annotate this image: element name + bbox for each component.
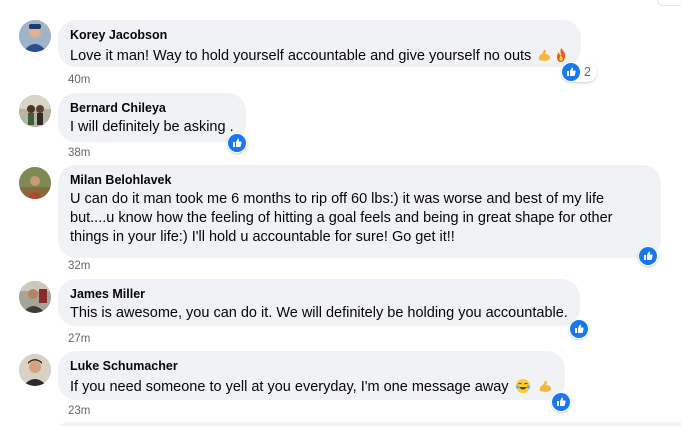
comment-text: U can do it man took me 6 months to rip … [70,191,613,245]
comment-text-body: Love it man! Way to hold yourself accoun… [70,48,532,64]
comment-text: If you need someone to yell at you every… [70,378,553,397]
comment-author[interactable]: Korey Jacobson [70,27,569,43]
avatar[interactable] [19,95,51,127]
comment-text: Love it man! Way to hold yourself accoun… [70,47,569,66]
comment-bubble: Luke Schumacher If you need someone to y… [58,351,565,400]
reaction-summary[interactable] [551,392,571,412]
reaction-summary[interactable]: 2 [561,62,597,82]
flexed-biceps-emoji [539,49,551,61]
comment-timestamp[interactable]: 38m [68,147,90,159]
like-icon [570,320,588,338]
comment-text-body: If you need someone to yell at you every… [70,379,509,395]
comment-bubble: James Miller This is awesome, you can do… [58,279,580,326]
avatar[interactable] [19,281,51,313]
reaction-count: 2 [584,65,591,79]
comment-author[interactable]: Milan Belohlavek [70,172,649,188]
previous-element-edge [657,0,681,6]
like-icon [639,247,657,265]
like-icon [562,63,580,81]
comment-timestamp[interactable]: 40m [68,74,90,86]
comment-bubble: Korey Jacobson Love it man! Way to hold … [58,20,582,67]
comment-author[interactable]: Luke Schumacher [70,358,553,374]
reaction-summary[interactable] [227,133,247,153]
fire-emoji [557,48,566,62]
comment-author[interactable]: Bernard Chileya [70,100,234,116]
avatar[interactable] [19,167,51,199]
reaction-summary[interactable] [638,246,658,266]
comment-text: I will definitely be asking . [70,119,234,135]
comment-timestamp[interactable]: 27m [68,333,90,345]
comment-bubble: Milan Belohlavek U can do it man took me… [58,165,661,258]
next-comment-edge [58,422,681,426]
comment-timestamp[interactable]: 32m [68,260,90,272]
avatar[interactable] [19,354,51,386]
avatar[interactable] [19,20,51,52]
tears-of-joy-emoji [515,379,530,393]
reaction-summary[interactable] [569,319,589,339]
comment-author[interactable]: James Miller [70,286,568,302]
like-icon [228,134,246,152]
like-icon [552,393,570,411]
comment-text: This is awesome, you can do it. We will … [70,305,568,321]
flexed-biceps-emoji [539,380,551,392]
comment-bubble: Bernard Chileya I will definitely be ask… [58,93,246,142]
comment-timestamp[interactable]: 23m [68,405,90,417]
